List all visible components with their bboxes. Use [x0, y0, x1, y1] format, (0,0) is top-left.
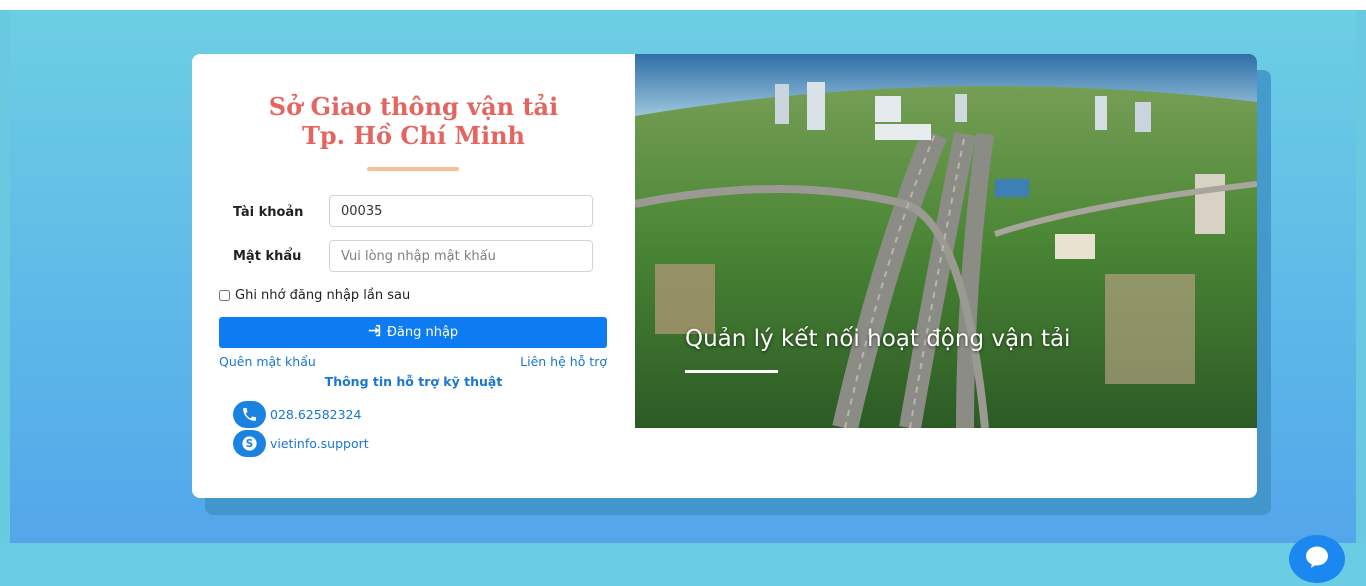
remember-checkbox[interactable]	[219, 290, 230, 301]
chat-bubble-icon	[1304, 545, 1330, 573]
title-line-1: Sở Giao thông vận tải	[268, 92, 559, 121]
svg-text:S: S	[246, 438, 253, 450]
hero-caption: Quản lý kết nối hoạt động vận tải	[685, 326, 1071, 352]
phone-icon	[233, 401, 266, 428]
phone-number[interactable]: 028.62582324	[270, 407, 361, 422]
skype-icon: S	[233, 430, 266, 457]
skype-contact: S vietinfo.support	[233, 430, 369, 457]
contact-support-link[interactable]: Liên hệ hỗ trợ	[520, 354, 607, 369]
top-strip	[0, 0, 1366, 10]
skype-id[interactable]: vietinfo.support	[270, 436, 369, 451]
password-input[interactable]	[329, 240, 593, 272]
chat-button[interactable]	[1289, 535, 1345, 583]
support-title: Thông tin hỗ trợ kỹ thuật	[324, 374, 503, 389]
sign-in-icon	[368, 324, 381, 341]
remember-label[interactable]: Ghi nhớ đăng nhập lần sau	[235, 288, 410, 303]
footer-band	[0, 543, 1366, 586]
title-line-2: Tp. Hồ Chí Minh	[302, 121, 525, 150]
username-label: Tài khoản	[233, 205, 304, 220]
forgot-password-link[interactable]: Quên mật khẩu	[219, 354, 316, 369]
page-title: Sở Giao thông vận tải Tp. Hồ Chí Minh	[192, 92, 635, 150]
remember-me: Ghi nhớ đăng nhập lần sau	[219, 288, 410, 303]
login-button-label: Đăng nhập	[386, 325, 459, 340]
hero-caption-underline	[685, 370, 778, 373]
phone-contact: 028.62582324	[233, 401, 361, 428]
password-label: Mật khẩu	[233, 249, 302, 264]
login-card: Sở Giao thông vận tải Tp. Hồ Chí Minh Tà…	[192, 54, 1257, 498]
hero-image: Quản lý kết nối hoạt động vận tải	[635, 54, 1257, 428]
title-underline	[367, 167, 459, 171]
username-input[interactable]	[329, 195, 593, 227]
login-button[interactable]: Đăng nhập	[219, 317, 607, 348]
